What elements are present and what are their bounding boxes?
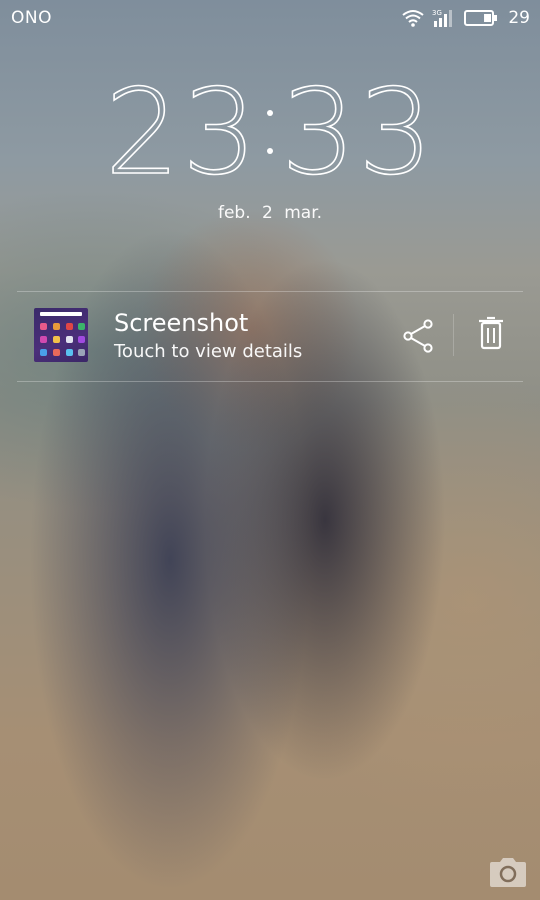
- wifi-icon: [402, 10, 424, 27]
- notification-subtitle: Touch to view details: [114, 341, 303, 362]
- clock-colon-top: [267, 110, 273, 116]
- clock-colon-bottom: [267, 148, 273, 154]
- date-day: 2: [262, 203, 273, 223]
- battery-icon: [464, 10, 498, 26]
- delete-button[interactable]: [473, 314, 513, 354]
- status-icons: 3G 29: [402, 8, 530, 28]
- trash-icon: [479, 316, 503, 350]
- network-type-label: 3G: [432, 9, 442, 17]
- carrier-name: ONO: [11, 8, 52, 28]
- camera-icon: [490, 858, 526, 887]
- camera-shortcut[interactable]: [488, 854, 528, 890]
- lock-date: feb. 2 mar.: [0, 203, 540, 223]
- share-icon: [403, 319, 433, 353]
- date-weekday: mar.: [284, 203, 323, 223]
- notification-title: Screenshot: [114, 309, 249, 337]
- share-button[interactable]: [399, 316, 439, 356]
- status-bar: ONO 3G 29: [0, 0, 540, 36]
- lock-clock: 23 33: [0, 62, 540, 223]
- screenshot-notification[interactable]: Screenshot Touch to view details: [17, 291, 523, 382]
- battery-percent: 29: [508, 8, 530, 28]
- clock-minutes: 33: [281, 68, 435, 198]
- clock-digits: 23 33: [104, 62, 435, 202]
- signal-icon: 3G: [432, 9, 453, 27]
- screenshot-thumbnail: [34, 308, 88, 362]
- date-month: feb.: [217, 203, 251, 223]
- action-divider: [453, 314, 454, 356]
- clock-hours: 23: [105, 68, 259, 198]
